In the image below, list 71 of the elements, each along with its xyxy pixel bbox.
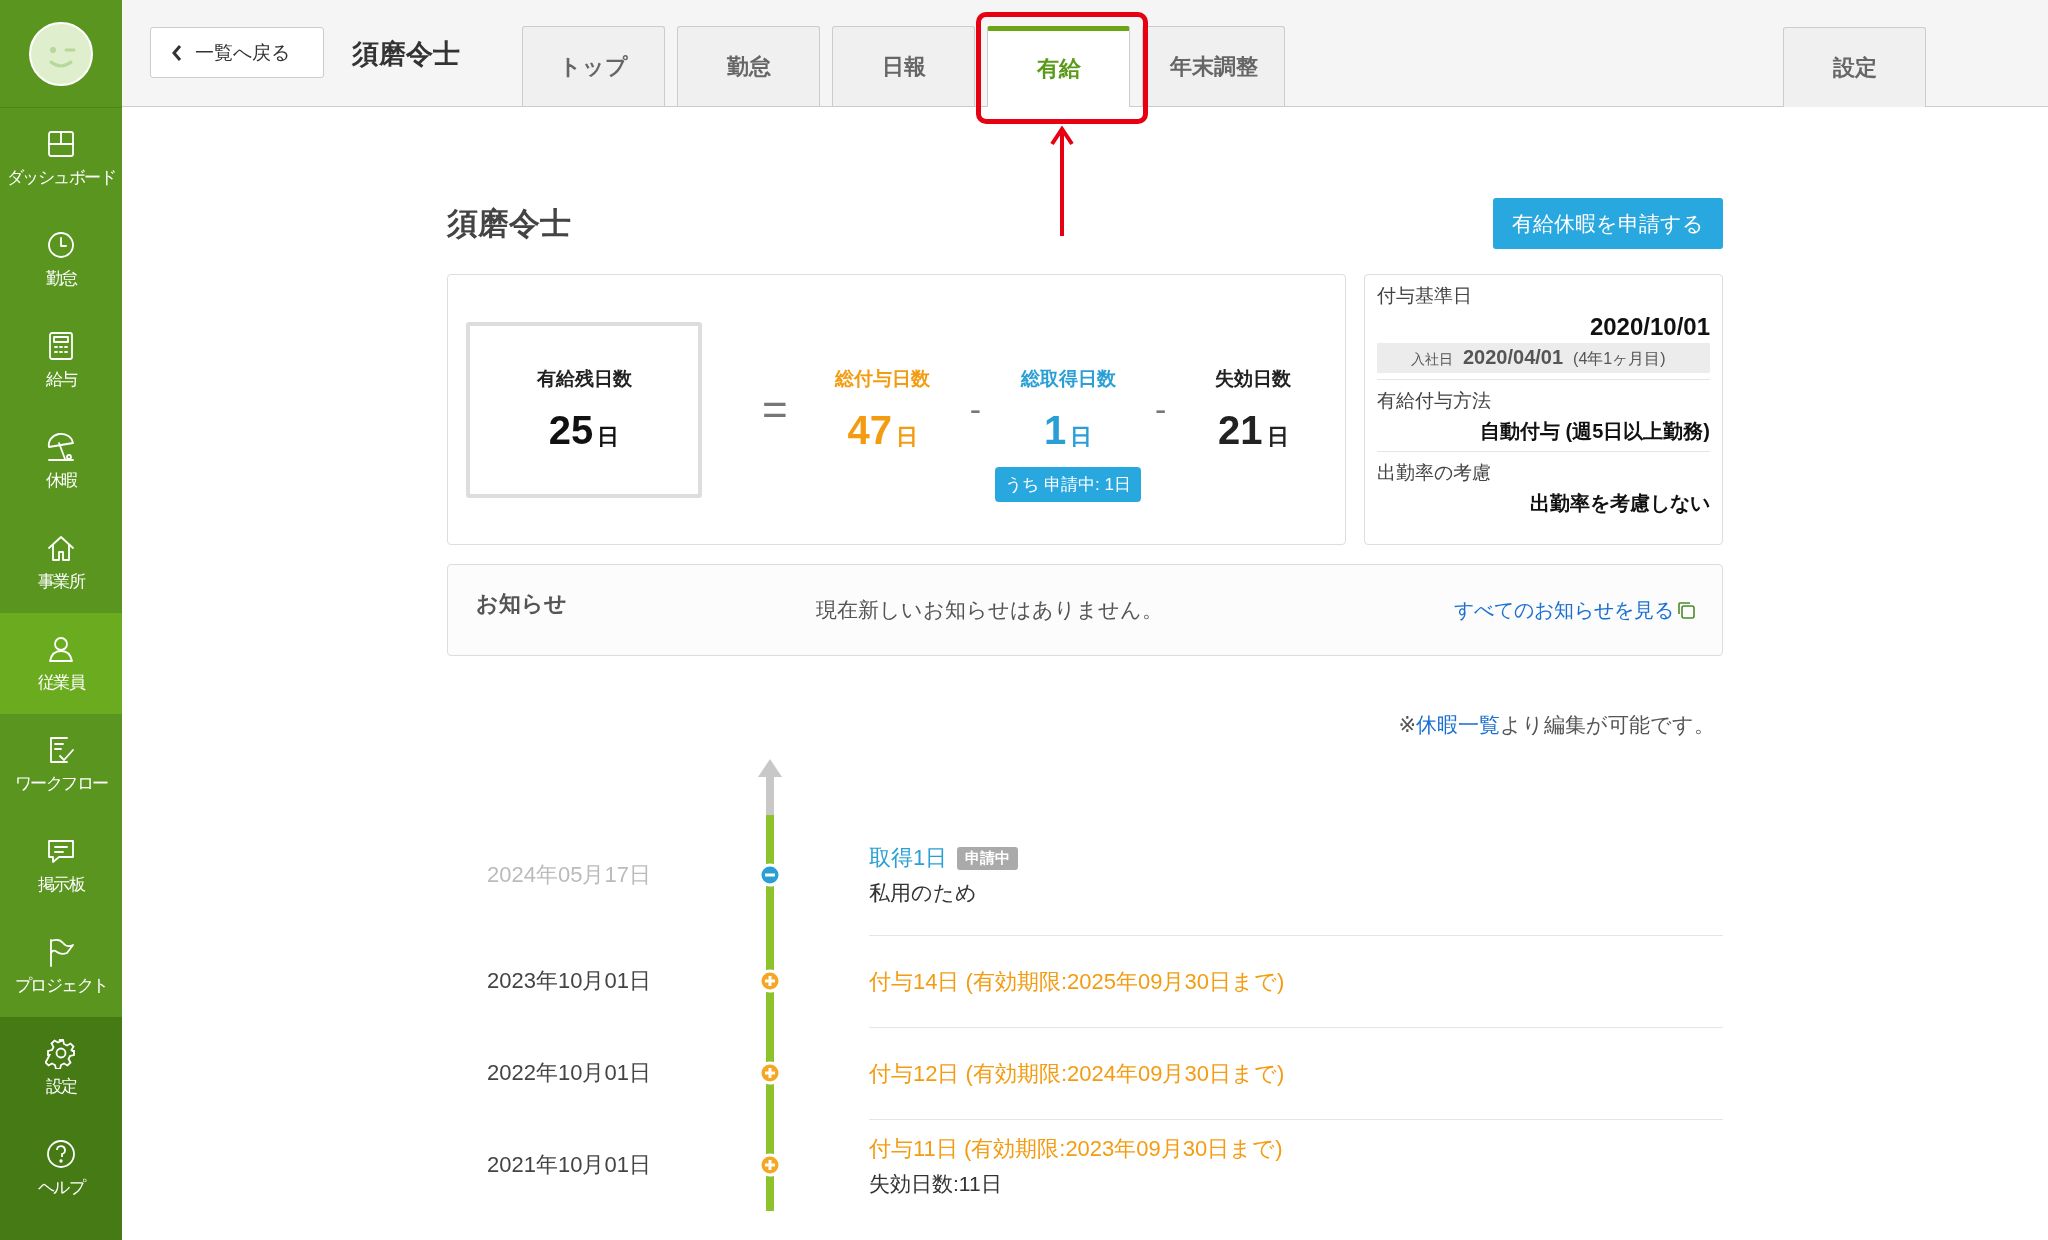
minus-sign: - xyxy=(1155,390,1167,429)
minus-sign: - xyxy=(969,390,982,429)
timeline-entry-title: 付与14日 (有効期限:2025年09月30日まで) xyxy=(869,967,1285,996)
remaining-days-value: 25 日 xyxy=(548,408,620,453)
leave-list-link[interactable]: 休暇一覧 xyxy=(1416,713,1500,736)
info-value: 2020/10/01 xyxy=(1589,313,1710,341)
tab[interactable]: トップ xyxy=(522,26,665,106)
notice-message: 現在新しいお知らせはありません。 xyxy=(816,597,1164,623)
settings-icon xyxy=(45,1037,77,1069)
sidebar-item[interactable]: 設定 xyxy=(0,1017,122,1118)
sidebar-item[interactable]: 休暇 xyxy=(0,411,122,512)
info-label: 付与基準日 xyxy=(1377,284,1473,308)
sidebar-item[interactable]: ヘルプ xyxy=(0,1118,122,1219)
sidebar-item[interactable]: 掲示板 xyxy=(0,815,122,916)
info-value: 出勤率を考慮しない xyxy=(1530,491,1710,516)
timeline-entry-note: 私用のため xyxy=(869,880,978,906)
tab[interactable]: 勤怠 xyxy=(677,26,820,106)
back-button[interactable]: 一覧へ戻る xyxy=(150,27,324,78)
timeline-entry-title: 取得1日 xyxy=(869,844,948,872)
sidebar-item[interactable]: 従業員 xyxy=(0,613,122,714)
notice-title: お知らせ xyxy=(476,590,568,618)
edit-note: ※休暇一覧より編集が可能です。 xyxy=(1397,712,1715,738)
sidebar-item[interactable]: 給与 xyxy=(0,310,122,411)
umbrella-icon xyxy=(45,431,77,463)
sidebar-item[interactable]: 事業所 xyxy=(0,512,122,613)
minus-circle-icon xyxy=(758,863,782,887)
plus-circle-icon xyxy=(758,1061,782,1085)
apply-leave-button[interactable]: 有給休暇を申請する xyxy=(1493,198,1723,249)
term-value: 21 日 xyxy=(1218,408,1289,453)
hire-date-label: 入社日 xyxy=(1411,351,1453,369)
tab[interactable]: 日報 xyxy=(832,26,975,106)
pending-tooltip: うち 申請中: 1日 xyxy=(995,467,1141,502)
smiley-logo-icon[interactable] xyxy=(29,21,93,86)
status-badge: 申請中 xyxy=(957,846,1019,870)
employee-name: 須磨令士 xyxy=(352,38,460,71)
timeline-entry-title: 付与11日 (有効期限:2023年09月30日まで) xyxy=(869,1134,1283,1163)
sidebar-item[interactable]: 勤怠 xyxy=(0,209,122,310)
term-label: 総付与日数 xyxy=(835,367,931,391)
chevron-left-icon xyxy=(171,43,183,62)
equals-sign: = xyxy=(762,384,788,435)
timeline-date: 2023年10月01日 xyxy=(486,967,652,995)
all-notices-link[interactable]: すべてのお知らせを見る xyxy=(1454,596,1696,624)
term-label: 有給残日数 xyxy=(536,367,632,391)
timeline-arrow-icon xyxy=(757,759,783,815)
term-value: 47 日 xyxy=(847,408,918,453)
plus-circle-icon xyxy=(758,969,782,993)
copy-icon xyxy=(1676,600,1696,620)
term-value: 1 日 xyxy=(1043,408,1093,453)
timeline-entry-note: 失効日数:11日 xyxy=(869,1170,1003,1197)
sidebar-item[interactable]: ワークフロー xyxy=(0,714,122,815)
help-icon xyxy=(45,1138,77,1170)
timeline-date: 2021年10月01日 xyxy=(486,1151,652,1179)
sidebar-item[interactable]: ダッシュボード xyxy=(0,108,122,209)
sidebar-item[interactable]: プロジェクト xyxy=(0,916,122,1017)
timeline-date: 2024年05月17日 xyxy=(486,861,652,889)
tab[interactable]: 設定 xyxy=(1783,27,1926,107)
term-label: 失効日数 xyxy=(1215,367,1292,391)
tab[interactable]: 有給 xyxy=(987,26,1130,107)
info-value: 自動付与 (週5日以上勤務) xyxy=(1480,419,1710,444)
timeline-entry-title: 付与12日 (有効期限:2024年09月30日まで) xyxy=(869,1059,1285,1088)
info-label: 有給付与方法 xyxy=(1377,389,1492,413)
plus-circle-icon xyxy=(758,1153,782,1177)
clock-icon xyxy=(45,229,77,261)
grid-icon xyxy=(45,128,77,160)
timeline-date: 2022年10月01日 xyxy=(486,1059,652,1087)
term-label: 総取得日数 xyxy=(1020,367,1116,391)
tab[interactable]: 年末調整 xyxy=(1142,26,1285,106)
hire-date-value: 2020/04/01 xyxy=(1463,346,1564,369)
page-title: 須磨令士 xyxy=(447,204,571,243)
tenure-text: (4年1ヶ月目) xyxy=(1573,349,1666,369)
info-label: 出勤率の考慮 xyxy=(1377,461,1492,485)
